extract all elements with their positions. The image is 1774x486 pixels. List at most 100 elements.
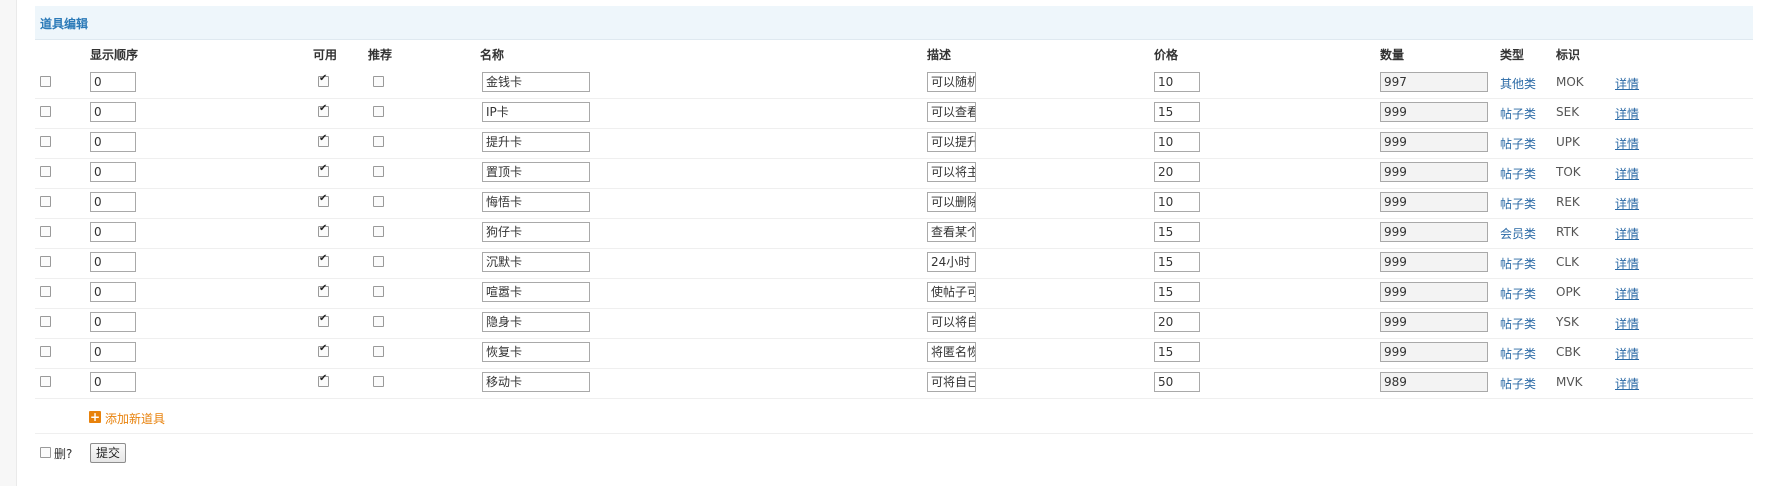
stock-input[interactable]: 989 [1380,372,1488,392]
recommend-checkbox[interactable] [373,346,384,357]
recommend-checkbox[interactable] [373,136,384,147]
row-select-checkbox[interactable] [40,166,51,177]
tool-description-input[interactable]: 24小时 [927,252,976,272]
stock-input[interactable]: 999 [1380,342,1488,362]
stock-input[interactable]: 997 [1380,72,1488,92]
price-input[interactable]: 15 [1154,252,1200,272]
tool-name-input[interactable]: IP卡 [482,102,590,122]
display-order-input[interactable]: 0 [90,252,136,272]
enabled-checkbox[interactable] [318,223,329,237]
row-select-checkbox[interactable] [40,136,51,147]
price-input[interactable]: 15 [1154,222,1200,242]
tool-description-input[interactable]: 可以提升 [927,132,976,152]
detail-link[interactable]: 详情 [1615,255,1639,272]
tool-description-input[interactable]: 可以删除 [927,192,976,212]
price-input[interactable]: 20 [1154,162,1200,182]
price-input[interactable]: 10 [1154,72,1200,92]
display-order-input[interactable]: 0 [90,72,136,92]
stock-input[interactable]: 999 [1380,192,1488,212]
price-input[interactable]: 10 [1154,192,1200,212]
display-order-input[interactable]: 0 [90,132,136,152]
tool-name-input[interactable]: 移动卡 [482,372,590,392]
tool-type-link[interactable]: 帖子类 [1500,255,1536,272]
tool-description-input[interactable]: 查看某个 [927,222,976,242]
tool-description-input[interactable]: 可以随机 [927,72,976,92]
enabled-checkbox[interactable] [318,313,329,327]
display-order-input[interactable]: 0 [90,282,136,302]
row-select-checkbox[interactable] [40,76,51,87]
enabled-checkbox[interactable] [318,103,329,117]
price-input[interactable]: 20 [1154,312,1200,332]
stock-input[interactable]: 999 [1380,162,1488,182]
recommend-checkbox[interactable] [373,376,384,387]
tool-type-link[interactable]: 其他类 [1500,75,1536,92]
display-order-input[interactable]: 0 [90,102,136,122]
recommend-checkbox[interactable] [373,166,384,177]
tool-description-input[interactable]: 可以将自 [927,312,976,332]
row-select-checkbox[interactable] [40,256,51,267]
row-select-checkbox[interactable] [40,376,51,387]
recommend-checkbox[interactable] [373,196,384,207]
tool-description-input[interactable]: 可将自己 [927,372,976,392]
delete-selected-checkbox[interactable] [40,447,51,458]
detail-link[interactable]: 详情 [1615,165,1639,182]
tool-description-input[interactable]: 可以将主 [927,162,976,182]
recommend-checkbox[interactable] [373,256,384,267]
stock-input[interactable]: 999 [1380,222,1488,242]
enabled-checkbox[interactable] [318,73,329,87]
detail-link[interactable]: 详情 [1615,75,1639,92]
enabled-checkbox[interactable] [318,253,329,267]
submit-button[interactable]: 提交 [90,443,126,463]
stock-input[interactable]: 999 [1380,252,1488,272]
detail-link[interactable]: 详情 [1615,195,1639,212]
display-order-input[interactable]: 0 [90,342,136,362]
detail-link[interactable]: 详情 [1615,105,1639,122]
tool-description-input[interactable]: 使帖子可 [927,282,976,302]
tool-description-input[interactable]: 可以查看 [927,102,976,122]
price-input[interactable]: 10 [1154,132,1200,152]
tool-name-input[interactable]: 金钱卡 [482,72,590,92]
display-order-input[interactable]: 0 [90,192,136,212]
tool-type-link[interactable]: 帖子类 [1500,345,1536,362]
add-icon[interactable]: + [89,411,101,423]
tool-type-link[interactable]: 帖子类 [1500,135,1536,152]
display-order-input[interactable]: 0 [90,312,136,332]
tool-type-link[interactable]: 帖子类 [1500,195,1536,212]
tool-type-link[interactable]: 帖子类 [1500,285,1536,302]
row-select-checkbox[interactable] [40,226,51,237]
stock-input[interactable]: 999 [1380,312,1488,332]
row-select-checkbox[interactable] [40,106,51,117]
tool-name-input[interactable]: 悔悟卡 [482,192,590,212]
detail-link[interactable]: 详情 [1615,135,1639,152]
tool-name-input[interactable]: 狗仔卡 [482,222,590,242]
detail-link[interactable]: 详情 [1615,225,1639,242]
add-new-tool-link[interactable]: 添加新道具 [105,410,165,427]
price-input[interactable]: 15 [1154,342,1200,362]
display-order-input[interactable]: 0 [90,222,136,242]
stock-input[interactable]: 999 [1380,282,1488,302]
tool-name-input[interactable]: 沉默卡 [482,252,590,272]
row-select-checkbox[interactable] [40,346,51,357]
tool-name-input[interactable]: 置顶卡 [482,162,590,182]
enabled-checkbox[interactable] [318,133,329,147]
display-order-input[interactable]: 0 [90,162,136,182]
detail-link[interactable]: 详情 [1615,315,1639,332]
enabled-checkbox[interactable] [318,193,329,207]
row-select-checkbox[interactable] [40,286,51,297]
stock-input[interactable]: 999 [1380,132,1488,152]
price-input[interactable]: 15 [1154,282,1200,302]
detail-link[interactable]: 详情 [1615,375,1639,392]
tool-name-input[interactable]: 恢复卡 [482,342,590,362]
enabled-checkbox[interactable] [318,163,329,177]
price-input[interactable]: 50 [1154,372,1200,392]
enabled-checkbox[interactable] [318,373,329,387]
tool-name-input[interactable]: 提升卡 [482,132,590,152]
detail-link[interactable]: 详情 [1615,285,1639,302]
row-select-checkbox[interactable] [40,316,51,327]
tool-type-link[interactable]: 帖子类 [1500,375,1536,392]
tool-name-input[interactable]: 喧嚣卡 [482,282,590,302]
recommend-checkbox[interactable] [373,286,384,297]
tool-type-link[interactable]: 帖子类 [1500,165,1536,182]
tool-name-input[interactable]: 隐身卡 [482,312,590,332]
recommend-checkbox[interactable] [373,226,384,237]
